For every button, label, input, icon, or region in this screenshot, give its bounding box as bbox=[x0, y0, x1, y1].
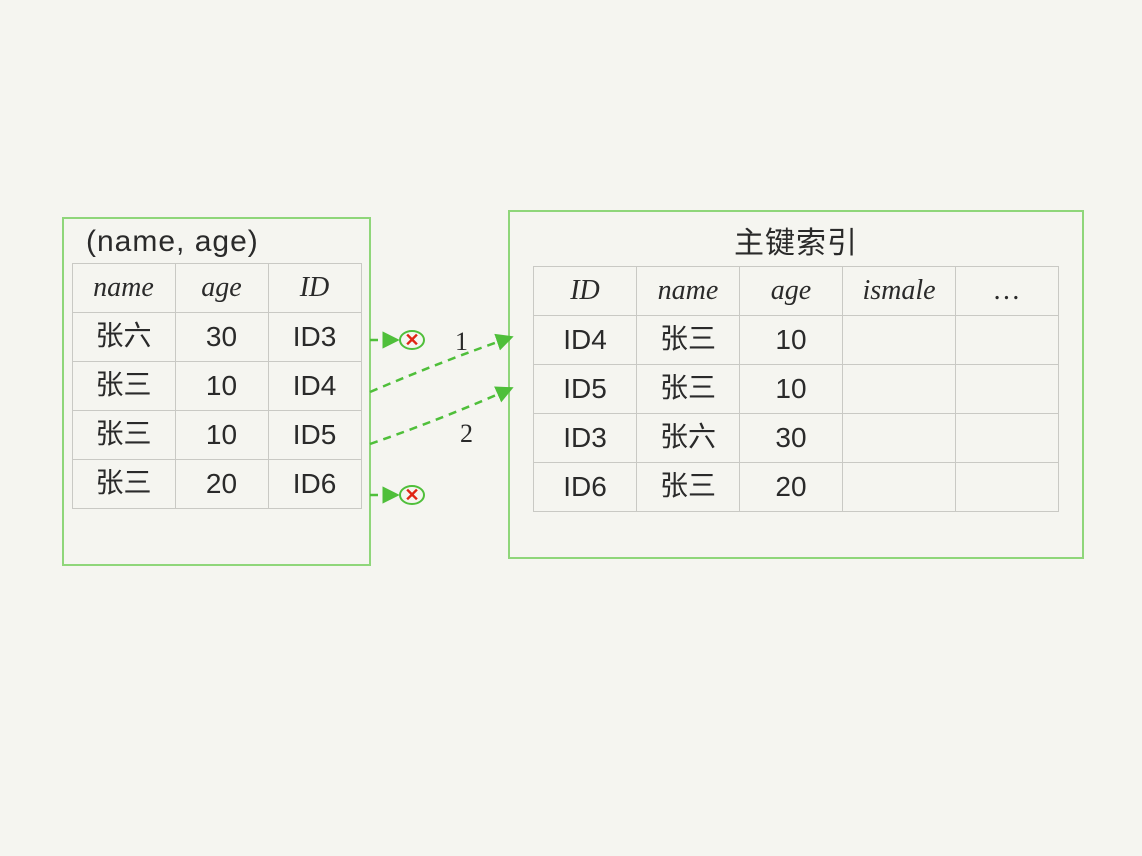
cell-ismale bbox=[843, 316, 956, 365]
cell-age: 10 bbox=[740, 316, 843, 365]
cell-id: ID3 bbox=[534, 414, 637, 463]
secondary-index-table: name age ID 张六 30 ID3 张三 10 ID4 张三 10 ID… bbox=[72, 263, 362, 509]
col-id: ID bbox=[268, 264, 361, 313]
cell-rest bbox=[956, 365, 1059, 414]
lookup-arrow-2 bbox=[370, 388, 512, 444]
reject-x-icon: ✕ bbox=[404, 330, 419, 350]
table-row: ID6 张三 20 bbox=[534, 463, 1059, 512]
cell-name: 张三 bbox=[637, 316, 740, 365]
primary-index-title: 主键索引 bbox=[510, 218, 1082, 262]
reject-circle-icon bbox=[400, 331, 424, 349]
cell-rest bbox=[956, 316, 1059, 365]
secondary-index-box: (name, age) name age ID 张六 30 ID3 张三 10 … bbox=[62, 217, 371, 566]
primary-index-table: ID name age ismale … ID4 张三 10 ID5 张三 10 bbox=[533, 266, 1059, 512]
cell-name: 张六 bbox=[637, 414, 740, 463]
col-rest: … bbox=[956, 267, 1059, 316]
cell-name: 张六 bbox=[72, 313, 175, 362]
table-row: ID3 张六 30 bbox=[534, 414, 1059, 463]
table-row: 张六 30 ID3 bbox=[72, 313, 361, 362]
cell-ismale bbox=[843, 414, 956, 463]
col-age: age bbox=[740, 267, 843, 316]
lookup-arrow-1 bbox=[370, 337, 512, 392]
col-name: name bbox=[72, 264, 175, 313]
table-row: 张三 20 ID6 bbox=[72, 460, 361, 509]
cell-id: ID6 bbox=[534, 463, 637, 512]
cell-name: 张三 bbox=[72, 460, 175, 509]
col-name: name bbox=[637, 267, 740, 316]
col-id: ID bbox=[534, 267, 637, 316]
cell-id: ID6 bbox=[268, 460, 361, 509]
cell-age: 10 bbox=[740, 365, 843, 414]
table-row: 张三 10 ID4 bbox=[72, 362, 361, 411]
col-age: age bbox=[175, 264, 268, 313]
diagram-canvas: (name, age) name age ID 张六 30 ID3 张三 10 … bbox=[0, 0, 1142, 856]
cell-ismale bbox=[843, 463, 956, 512]
table-row: ID5 张三 10 bbox=[534, 365, 1059, 414]
cell-id: ID5 bbox=[268, 411, 361, 460]
cell-name: 张三 bbox=[72, 362, 175, 411]
cell-rest bbox=[956, 414, 1059, 463]
secondary-index-title: (name, age) bbox=[64, 225, 369, 259]
arrow-label-1: 1 bbox=[455, 327, 468, 356]
cell-id: ID5 bbox=[534, 365, 637, 414]
cell-id: ID3 bbox=[268, 313, 361, 362]
cell-rest bbox=[956, 463, 1059, 512]
table-header-row: ID name age ismale … bbox=[534, 267, 1059, 316]
cell-age: 10 bbox=[175, 362, 268, 411]
primary-index-box: 主键索引 ID name age ismale … ID4 张三 10 ID5 … bbox=[508, 210, 1084, 559]
cell-age: 20 bbox=[175, 460, 268, 509]
col-ismale: ismale bbox=[843, 267, 956, 316]
table-row: ID4 张三 10 bbox=[534, 316, 1059, 365]
reject-x-icon: ✕ bbox=[404, 485, 419, 505]
cell-name: 张三 bbox=[637, 365, 740, 414]
cell-age: 10 bbox=[175, 411, 268, 460]
cell-age: 30 bbox=[175, 313, 268, 362]
table-header-row: name age ID bbox=[72, 264, 361, 313]
table-row: 张三 10 ID5 bbox=[72, 411, 361, 460]
cell-ismale bbox=[843, 365, 956, 414]
cell-name: 张三 bbox=[72, 411, 175, 460]
arrow-label-2: 2 bbox=[460, 419, 473, 448]
cell-name: 张三 bbox=[637, 463, 740, 512]
cell-id: ID4 bbox=[268, 362, 361, 411]
reject-circle-icon bbox=[400, 486, 424, 504]
cell-id: ID4 bbox=[534, 316, 637, 365]
cell-age: 30 bbox=[740, 414, 843, 463]
cell-age: 20 bbox=[740, 463, 843, 512]
